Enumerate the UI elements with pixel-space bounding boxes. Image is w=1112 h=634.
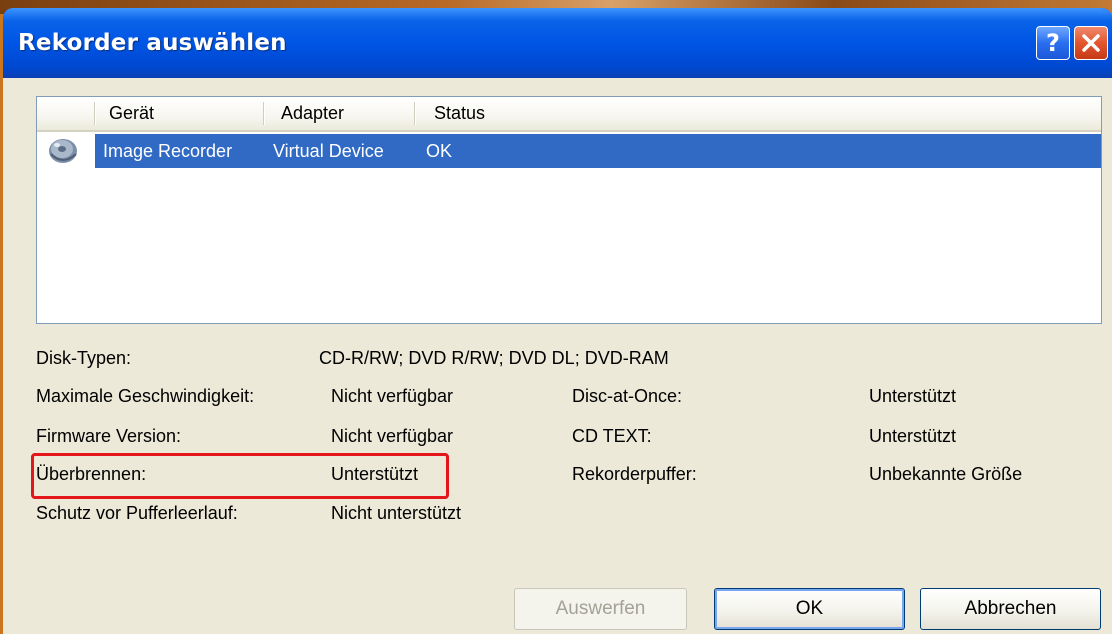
device-list[interactable]: Gerät Adapter Status Image Recorder Virt…: [36, 96, 1102, 324]
max-speed-label: Maximale Geschwindigkeit:: [36, 386, 255, 406]
cdtext-label: CD TEXT:: [572, 426, 652, 446]
cell-adapter: Virtual Device: [273, 141, 384, 161]
max-speed-value: Nicht verfügbar: [331, 386, 454, 406]
close-icon: [1082, 34, 1100, 52]
title-bar[interactable]: Rekorder auswählen ?: [3, 8, 1112, 78]
firmware-label: Firmware Version:: [36, 426, 182, 446]
disk-types-value: CD-R/RW; DVD R/RW; DVD DL; DVD-RAM: [319, 348, 669, 368]
overburn-label: Überbrennen:: [36, 464, 147, 484]
buffer-underrun-label: Schutz vor Pufferleerlauf:: [36, 503, 238, 523]
help-icon: ?: [1046, 29, 1060, 57]
dao-value: Unterstützt: [869, 386, 957, 406]
firmware-value: Nicht verfügbar: [331, 426, 454, 446]
column-header-device[interactable]: Gerät: [109, 97, 154, 130]
column-separator[interactable]: [263, 102, 264, 125]
column-separator[interactable]: [94, 102, 95, 125]
selected-row-highlight: [95, 134, 1101, 168]
cell-status: OK: [426, 141, 453, 161]
recorder-buffer-label: Rekorderpuffer:: [572, 464, 697, 484]
window-title: Rekorder auswählen: [18, 30, 287, 56]
cdtext-value: Unterstützt: [869, 426, 957, 446]
cancel-button[interactable]: Abbrechen: [920, 588, 1101, 630]
table-row[interactable]: Image Recorder Virtual Device OK: [37, 134, 1101, 170]
eject-button[interactable]: Auswerfen: [514, 588, 687, 630]
cell-device: Image Recorder: [103, 141, 233, 161]
ok-button[interactable]: OK: [714, 588, 905, 630]
dao-label: Disc-at-Once:: [572, 386, 683, 406]
disc-drive-icon: [49, 139, 77, 163]
buffer-underrun-value: Nicht unterstützt: [331, 503, 462, 523]
list-header: Gerät Adapter Status: [37, 97, 1101, 132]
column-header-status[interactable]: Status: [434, 97, 485, 130]
column-separator[interactable]: [414, 102, 415, 125]
column-header-adapter[interactable]: Adapter: [281, 97, 344, 130]
dialog-client-area: Gerät Adapter Status Image Recorder Virt…: [3, 78, 1112, 634]
dialog-window: Rekorder auswählen ? Gerät Adapter Statu…: [3, 8, 1112, 634]
help-button[interactable]: ?: [1036, 26, 1070, 60]
overburn-value: Unterstützt: [331, 464, 419, 484]
close-button[interactable]: [1074, 26, 1108, 60]
recorder-buffer-value: Unbekannte Größe: [869, 464, 1023, 484]
disk-types-label: Disk-Typen:: [36, 348, 132, 368]
